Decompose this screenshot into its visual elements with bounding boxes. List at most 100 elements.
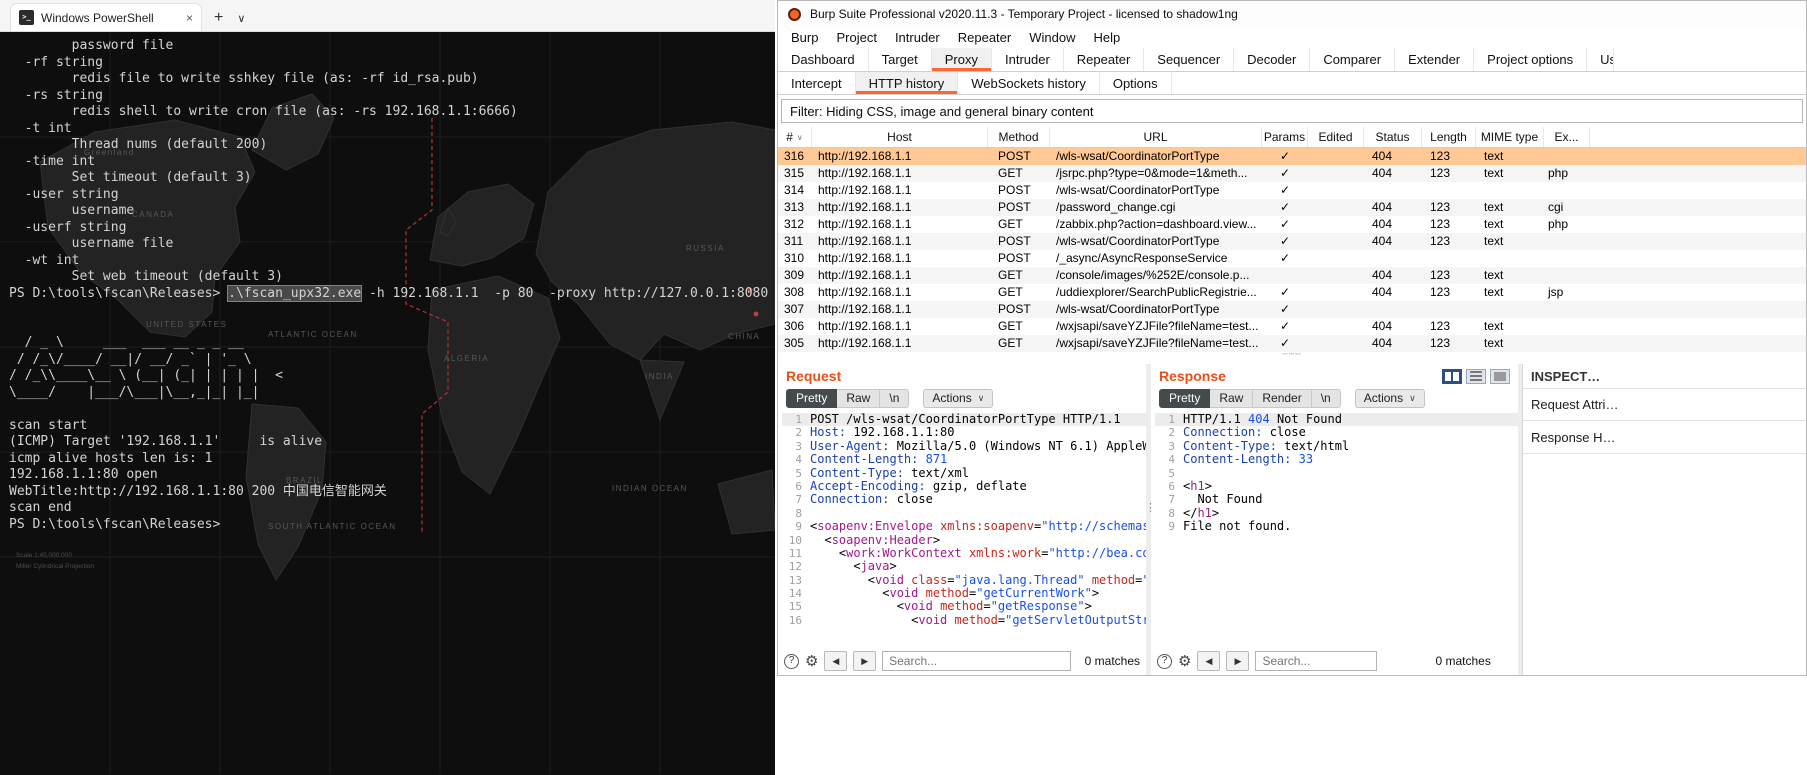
cell-params: ✓ bbox=[1279, 302, 1291, 316]
cell-host: http://192.168.1.1 bbox=[818, 251, 912, 265]
col-header-params[interactable]: Params bbox=[1262, 127, 1308, 147]
menu-help[interactable]: Help bbox=[1084, 30, 1129, 45]
search-next-button[interactable]: ▶ bbox=[853, 651, 877, 671]
code-text: Accept-Encoding: gzip, deflate bbox=[810, 479, 1027, 493]
request-editor[interactable]: 1 POST /wls-wsat/CoordinatorPortType HTTP… bbox=[778, 410, 1146, 647]
editor-tab-raw[interactable]: Raw bbox=[837, 388, 881, 408]
layout-columns-button[interactable] bbox=[1442, 368, 1462, 384]
code-text: POST /wls-wsat/CoordinatorPortType HTTP/… bbox=[810, 412, 1121, 426]
cell-method: POST bbox=[998, 183, 1031, 197]
search-prev-button[interactable]: ◀ bbox=[824, 651, 848, 671]
table-row[interactable]: 313 http://192.168.1.1 POST/password_chang… bbox=[778, 199, 1806, 216]
subtab-http-history[interactable]: HTTP history bbox=[855, 72, 959, 94]
table-row[interactable]: 310 http://192.168.1.1 POST /_async/AsyncRe… bbox=[778, 250, 1806, 267]
tab-intruder[interactable]: Intruder bbox=[992, 48, 1064, 71]
layout-rows-button[interactable] bbox=[1466, 368, 1486, 384]
col-header-status[interactable]: Status bbox=[1364, 127, 1422, 147]
line-number: 5 bbox=[1168, 466, 1175, 480]
cell-params: ✓ bbox=[1279, 149, 1291, 163]
table-row[interactable]: 311 http://192.168.1.1 POST/wls-wsat/Coord… bbox=[778, 233, 1806, 250]
filter-bar[interactable]: Filter: Hiding CSS, image and general bi… bbox=[781, 99, 1803, 123]
menu-intruder[interactable]: Intruder bbox=[886, 30, 949, 45]
tab-proxy[interactable]: Proxy bbox=[931, 48, 992, 71]
subtab-intercept[interactable]: Intercept bbox=[778, 72, 856, 94]
col-header-url[interactable]: URL bbox=[1050, 127, 1262, 147]
editor-tab-n[interactable]: \n bbox=[1311, 388, 1341, 408]
inspector-section-request-attributes[interactable]: Request Attributes bbox=[1523, 388, 1806, 421]
cell-ext bbox=[1544, 233, 1590, 250]
editor-tab-pretty[interactable]: Pretty bbox=[786, 388, 838, 408]
cell-edited bbox=[1308, 148, 1364, 165]
new-tab-button[interactable]: + bbox=[214, 9, 223, 27]
response-title: Response bbox=[1159, 368, 1226, 384]
tab-repeater[interactable]: Repeater bbox=[1064, 48, 1145, 71]
menu-repeater[interactable]: Repeater bbox=[949, 30, 1020, 45]
tab-comparer[interactable]: Comparer bbox=[1310, 48, 1396, 71]
powershell-icon: >_ bbox=[19, 10, 34, 25]
menu-window[interactable]: Window bbox=[1020, 30, 1084, 45]
cell-number: 306 bbox=[784, 319, 805, 333]
col-header-[interactable]: # ∨ bbox=[778, 127, 812, 147]
table-row[interactable]: 314 http://192.168.1.1 POST/wls-wsat/Coord… bbox=[778, 182, 1806, 199]
code-segment: < bbox=[810, 599, 904, 614]
request-response-divider[interactable]: ⋮ bbox=[1145, 364, 1156, 675]
search-next-button[interactable]: ▶ bbox=[1226, 651, 1250, 671]
editor-tab-raw[interactable]: Raw bbox=[1210, 388, 1254, 408]
request-search-toolbar: ? ⚙ ◀ ▶ 0 matches bbox=[778, 647, 1146, 675]
subtab-options[interactable]: Options bbox=[1100, 72, 1172, 94]
col-header-mime-type[interactable]: MIME type bbox=[1476, 127, 1544, 147]
table-row[interactable]: 315 http://192.168.1.1 GET/jsrpc.php?type=… bbox=[778, 165, 1806, 182]
table-row[interactable]: 308 http://192.168.1.1 GET/uddiexplorer/Se… bbox=[778, 284, 1806, 301]
tab-sequencer[interactable]: Sequencer bbox=[1144, 48, 1235, 71]
code-segment: work:WorkContext bbox=[846, 545, 962, 560]
help-icon[interactable]: ? bbox=[784, 653, 799, 669]
settings-gear-icon[interactable]: ⚙ bbox=[805, 654, 818, 669]
tab-project-options[interactable]: Project options bbox=[1474, 48, 1588, 71]
tab-close-icon[interactable]: × bbox=[186, 11, 193, 25]
col-header-method[interactable]: Method bbox=[988, 127, 1050, 147]
cell-params: ✓ bbox=[1279, 217, 1291, 231]
code-line: 3 Content-Type: text/html bbox=[1155, 439, 1518, 453]
editor-tab-pretty[interactable]: Pretty bbox=[1159, 388, 1211, 408]
cell-ext bbox=[1544, 182, 1590, 199]
splitter-handle[interactable]: ┄┄┄ bbox=[778, 349, 1806, 364]
request-search-input[interactable] bbox=[882, 651, 1071, 671]
tab-extender[interactable]: Extender bbox=[1395, 48, 1475, 71]
terminal-tab[interactable]: >_ Windows PowerShell × bbox=[10, 3, 202, 31]
tab-target[interactable]: Target bbox=[869, 48, 932, 71]
request-actions-button[interactable]: Actions ∨ bbox=[923, 388, 994, 408]
tab-dashboard[interactable]: Dashboard bbox=[778, 48, 869, 71]
tab-dropdown-icon[interactable]: ∨ bbox=[237, 12, 245, 25]
table-row[interactable]: 307 http://192.168.1.1 POST/wls-wsat/Coord… bbox=[778, 301, 1806, 318]
editor-tab-render[interactable]: Render bbox=[1253, 388, 1312, 408]
col-header-length[interactable]: Length bbox=[1422, 127, 1476, 147]
code-segment: Not Found bbox=[1269, 412, 1342, 426]
settings-gear-icon[interactable]: ⚙ bbox=[1178, 654, 1191, 669]
menu-burp[interactable]: Burp bbox=[782, 30, 827, 45]
help-icon[interactable]: ? bbox=[1157, 653, 1172, 669]
code-segment: Connection: bbox=[1183, 425, 1263, 440]
table-row[interactable]: 312 http://192.168.1.1 GET/zabbix.php?acti… bbox=[778, 216, 1806, 233]
code-line: 5 bbox=[1155, 467, 1518, 480]
table-row[interactable]: 316 http://192.168.1.1 POST/wls-wsat/Coord… bbox=[778, 148, 1806, 165]
col-header-edited[interactable]: Edited bbox=[1308, 127, 1364, 147]
layout-single-button[interactable] bbox=[1490, 368, 1510, 384]
terminal-line: username bbox=[9, 203, 135, 218]
cell-status: 404 bbox=[1372, 149, 1393, 163]
response-editor[interactable]: 1 HTTP/1.1 404 Not Found 2 Connection: clos… bbox=[1151, 410, 1518, 647]
table-row[interactable]: 309 http://192.168.1.1 GET/console/images/… bbox=[778, 267, 1806, 284]
tab-user-options[interactable]: User options bbox=[1587, 48, 1615, 71]
cell-status bbox=[1364, 182, 1422, 199]
cell-ext: php bbox=[1548, 166, 1569, 180]
tab-decoder[interactable]: Decoder bbox=[1234, 48, 1311, 71]
col-header-ex[interactable]: Ex... bbox=[1544, 127, 1590, 147]
search-prev-button[interactable]: ◀ bbox=[1197, 651, 1221, 671]
inspector-section-response-headers[interactable]: Response Headers bbox=[1523, 421, 1806, 454]
subtab-websockets-history[interactable]: WebSockets history bbox=[958, 72, 1100, 94]
editor-tab-n[interactable]: \n bbox=[880, 388, 910, 408]
col-header-host[interactable]: Host bbox=[812, 127, 988, 147]
menu-project[interactable]: Project bbox=[827, 30, 885, 45]
response-actions-button[interactable]: Actions ∨ bbox=[1354, 388, 1425, 408]
table-row[interactable]: 306 http://192.168.1.1 GET/wxjsapi/saveYZJ… bbox=[778, 318, 1806, 335]
response-search-input[interactable] bbox=[1255, 651, 1378, 671]
